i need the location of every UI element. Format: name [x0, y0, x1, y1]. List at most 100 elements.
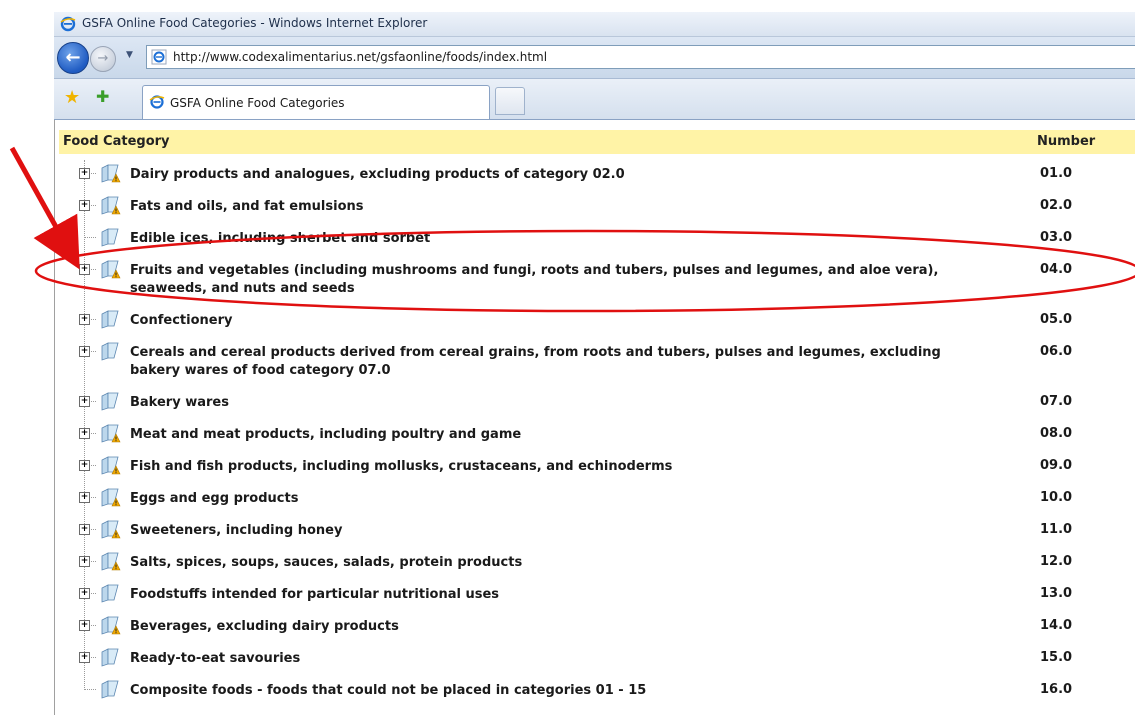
table-header: Food Category Number	[59, 130, 1135, 154]
category-label[interactable]: Dairy products and analogues, excluding …	[130, 166, 950, 184]
new-tab-button[interactable]	[495, 87, 525, 115]
expand-plus-icon[interactable]: +	[79, 314, 90, 325]
category-number: 03.0	[1040, 230, 1073, 245]
back-button[interactable]: ←	[57, 42, 89, 74]
expand-plus-icon[interactable]: +	[79, 168, 90, 179]
folder-icon	[101, 342, 119, 361]
category-number: 11.0	[1040, 522, 1073, 537]
category-label[interactable]: Fish and fish products, including mollus…	[130, 458, 950, 476]
expand-plus-icon[interactable]: +	[79, 460, 90, 471]
category-row[interactable]: + Sweeteners, including honey 11.0	[55, 514, 1135, 546]
tree-elbow	[84, 689, 96, 690]
history-dropdown-icon[interactable]: ▼	[126, 50, 133, 60]
folder-icon	[101, 392, 119, 411]
window-titlebar: GSFA Online Food Categories - Windows In…	[54, 12, 1135, 37]
category-row[interactable]: + Bakery wares 07.0	[55, 386, 1135, 418]
page-content: Food Category Number + Dairy products and…	[54, 120, 1135, 715]
category-number: 06.0	[1040, 344, 1073, 359]
category-number: 15.0	[1040, 650, 1073, 665]
category-label[interactable]: Ready-to-eat savouries	[130, 650, 950, 668]
folder-warning-icon	[101, 196, 121, 215]
folder-icon	[101, 584, 119, 603]
address-bar[interactable]: http://www.codexalimentarius.net/gsfaonl…	[146, 45, 1135, 69]
expand-plus-icon[interactable]: +	[79, 264, 90, 275]
category-row[interactable]: + Beverages, excluding dairy products 14.0	[55, 610, 1135, 642]
category-row[interactable]: Composite foods - foods that could not b…	[55, 674, 1135, 706]
category-number: 09.0	[1040, 458, 1073, 473]
category-label[interactable]: Meat and meat products, including poultr…	[130, 426, 950, 444]
folder-warning-icon	[101, 164, 121, 183]
category-number: 13.0	[1040, 586, 1073, 601]
category-number: 16.0	[1040, 682, 1073, 697]
expand-plus-icon[interactable]: +	[79, 492, 90, 503]
category-label[interactable]: Composite foods - foods that could not b…	[130, 682, 950, 700]
category-row[interactable]: + Confectionery 05.0	[55, 304, 1135, 336]
category-row[interactable]: + Ready-to-eat savouries 15.0	[55, 642, 1135, 674]
tab-label: GSFA Online Food Categories	[170, 96, 345, 110]
category-label[interactable]: Fats and oils, and fat emulsions	[130, 198, 950, 216]
page-icon	[151, 49, 167, 65]
category-row[interactable]: + Fruits and vegetables (including mushro…	[55, 254, 1135, 296]
category-number: 12.0	[1040, 554, 1073, 569]
folder-icon	[101, 228, 119, 247]
expand-plus-icon[interactable]: +	[79, 652, 90, 663]
folder-warning-icon	[101, 260, 121, 279]
add-favorite-icon[interactable]: ✚	[96, 87, 109, 106]
forward-button[interactable]: →	[90, 46, 116, 72]
expand-plus-icon[interactable]: +	[79, 620, 90, 631]
navigation-bar: ← → ▼ http://www.codexalimentarius.net/g…	[54, 37, 1135, 79]
category-row[interactable]: + Foodstuffs intended for particular nutr…	[55, 578, 1135, 610]
category-row[interactable]: + Cereals and cereal products derived fro…	[55, 336, 1135, 378]
category-label[interactable]: Beverages, excluding dairy products	[130, 618, 950, 636]
category-row[interactable]: + Fats and oils, and fat emulsions 02.0	[55, 190, 1135, 222]
expand-plus-icon[interactable]: +	[79, 346, 90, 357]
expand-plus-icon[interactable]: +	[79, 200, 90, 211]
category-row[interactable]: Edible ices, including sherbet and sorbe…	[55, 222, 1135, 254]
category-label[interactable]: Bakery wares	[130, 394, 950, 412]
category-label[interactable]: Salts, spices, soups, sauces, salads, pr…	[130, 554, 950, 572]
category-number: 05.0	[1040, 312, 1073, 327]
category-label[interactable]: Eggs and egg products	[130, 490, 950, 508]
category-number: 08.0	[1040, 426, 1073, 441]
category-label[interactable]: Foodstuffs intended for particular nutri…	[130, 586, 950, 604]
category-number: 01.0	[1040, 166, 1073, 181]
folder-warning-icon	[101, 520, 121, 539]
folder-warning-icon	[101, 616, 121, 635]
category-number: 04.0	[1040, 262, 1073, 277]
category-label[interactable]: Sweeteners, including honey	[130, 522, 950, 540]
category-number: 07.0	[1040, 394, 1073, 409]
folder-warning-icon	[101, 488, 121, 507]
folder-icon	[101, 680, 119, 699]
folder-icon	[101, 648, 119, 667]
ie-page-icon	[149, 95, 165, 109]
ie-logo-icon	[60, 16, 76, 32]
tab-bar: ★ ✚ GSFA Online Food Categories	[54, 79, 1135, 120]
favorites-star-icon[interactable]: ★	[64, 87, 80, 108]
category-number: 14.0	[1040, 618, 1073, 633]
category-number: 10.0	[1040, 490, 1073, 505]
window-title: GSFA Online Food Categories - Windows In…	[82, 16, 428, 30]
expand-plus-icon[interactable]: +	[79, 588, 90, 599]
category-number: 02.0	[1040, 198, 1073, 213]
tab-gsfa-food-categories[interactable]: GSFA Online Food Categories	[142, 85, 490, 119]
expand-plus-icon[interactable]: +	[79, 556, 90, 567]
category-label[interactable]: Edible ices, including sherbet and sorbe…	[130, 230, 950, 248]
expand-plus-icon[interactable]: +	[79, 524, 90, 535]
header-food-category: Food Category	[63, 134, 170, 149]
category-row[interactable]: + Fish and fish products, including mollu…	[55, 450, 1135, 482]
category-row[interactable]: + Meat and meat products, including poult…	[55, 418, 1135, 450]
category-label[interactable]: Fruits and vegetables (including mushroo…	[130, 262, 950, 298]
expand-plus-icon[interactable]: +	[79, 428, 90, 439]
header-number: Number	[1037, 134, 1096, 149]
folder-warning-icon	[101, 424, 121, 443]
expand-plus-icon[interactable]: +	[79, 396, 90, 407]
tree-elbow	[84, 237, 96, 238]
category-label[interactable]: Cereals and cereal products derived from…	[130, 344, 950, 380]
category-label[interactable]: Confectionery	[130, 312, 950, 330]
category-row[interactable]: + Dairy products and analogues, excluding…	[55, 158, 1135, 190]
category-row[interactable]: + Salts, spices, soups, sauces, salads, p…	[55, 546, 1135, 578]
folder-warning-icon	[101, 552, 121, 571]
category-row[interactable]: + Eggs and egg products 10.0	[55, 482, 1135, 514]
url-text: http://www.codexalimentarius.net/gsfaonl…	[173, 50, 548, 64]
folder-icon	[101, 310, 119, 329]
